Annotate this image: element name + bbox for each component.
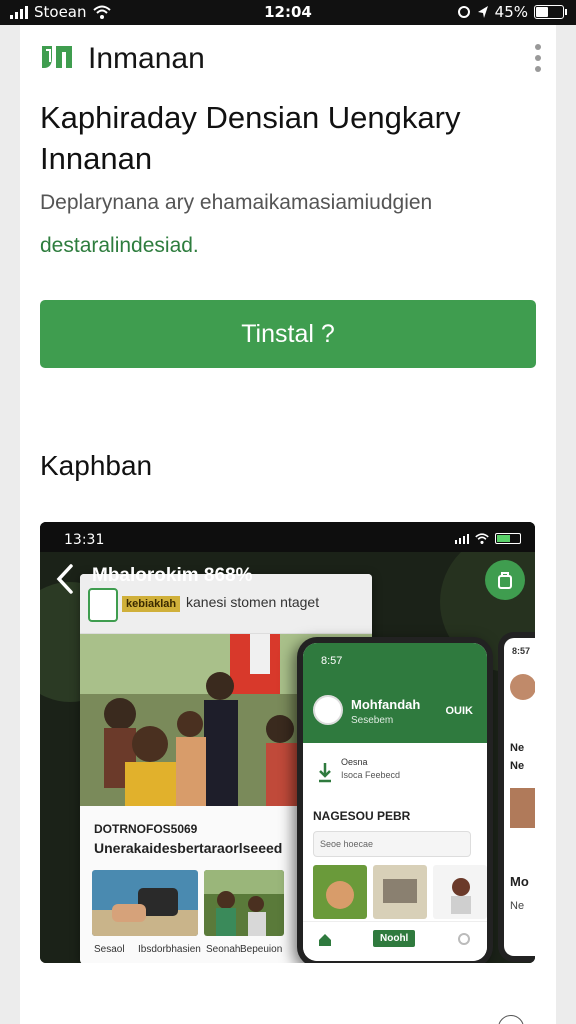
- wifi-icon: [475, 533, 489, 544]
- install-button[interactable]: Tinstal ?: [40, 300, 536, 368]
- list-item: Ne: [510, 760, 525, 772]
- list-item: Ne: [510, 742, 525, 754]
- grid-tile[interactable]: [433, 865, 487, 919]
- signal-icon: [455, 533, 469, 544]
- profile-subtitle: Sesebem: [351, 715, 394, 726]
- screenshots-title: Kaphban: [40, 450, 153, 481]
- news-headline[interactable]: Unerakaidesbertaraorlseeed: [94, 840, 282, 856]
- site-logo: [88, 588, 118, 622]
- app-header: Inmanan: [40, 40, 543, 76]
- battery-icon: [495, 533, 521, 544]
- grid-tile: [510, 788, 535, 828]
- phone-clock: 8:57: [512, 646, 531, 656]
- list-item: Ne: [510, 900, 525, 912]
- download-icon: [319, 763, 331, 783]
- nav-button[interactable]: Noohl: [373, 930, 416, 947]
- location-icon: [477, 6, 488, 18]
- thumbnail-caption: Ibsdorbhasien: [138, 944, 201, 955]
- news-category: DOTRNOFOS5069: [94, 822, 198, 836]
- search-icon[interactable]: [457, 932, 473, 948]
- news-thumbnail[interactable]: [204, 870, 284, 936]
- description-link[interactable]: destaralindesiad.: [40, 234, 199, 258]
- home-icon[interactable]: [317, 932, 333, 948]
- battery-icon: [534, 5, 567, 19]
- header-action[interactable]: OUIK: [446, 705, 474, 717]
- bottom-nav: Noohl: [303, 921, 487, 961]
- thumbnail-caption: Bepeuion: [240, 944, 283, 955]
- status-bar: Stoean 12:04 45%: [0, 0, 576, 25]
- grid-tile[interactable]: [373, 865, 427, 919]
- grid-tile[interactable]: [313, 865, 367, 919]
- avatar: [313, 695, 343, 725]
- phone-header: 8:57 Mohfandah Sesebem OUIK: [303, 643, 487, 743]
- app-name: Inmanan: [88, 42, 205, 75]
- site-tagline: kanesi stomen ntaget: [186, 594, 320, 610]
- phone-mockup: 8:57 Mohfandah Sesebem OUIK Oesna Isoca …: [297, 637, 493, 963]
- app-logo-icon: [42, 46, 72, 68]
- search-input[interactable]: Seoe hoecae: [313, 831, 471, 857]
- status-right: 45%: [457, 3, 567, 21]
- share-icon[interactable]: [485, 560, 525, 600]
- screenshot-title: Mbalorokim 868%: [92, 565, 253, 586]
- phone-screen: 8:57 Ne Ne Mo Ne: [504, 638, 535, 956]
- battery-percent: 45%: [494, 3, 528, 21]
- profile-name: Mohfandah: [351, 697, 421, 712]
- phone-mockup-secondary: 8:57 Ne Ne Mo Ne: [498, 632, 535, 962]
- app-screenshot[interactable]: 13:31 kebiaklah kanesi stomen ntaget DOT…: [40, 522, 535, 963]
- section-label: NAGESOU PEBR: [313, 809, 411, 823]
- list-item: Mo: [510, 874, 529, 889]
- thumbnail-caption: Seonah: [206, 944, 241, 955]
- app-headline: Kaphiraday Densian Uengkary Innanan: [40, 100, 461, 176]
- screenshot-clock: 13:31: [64, 532, 105, 548]
- list-item-title: Oesna: [341, 757, 368, 767]
- phone-screen: 8:57 Mohfandah Sesebem OUIK Oesna Isoca …: [303, 643, 487, 961]
- more-vert-icon[interactable]: [533, 44, 543, 72]
- site-badge: kebiaklah: [122, 596, 181, 612]
- avatar: [510, 674, 535, 700]
- back-arrow-icon[interactable]: [54, 562, 76, 596]
- app-description: Deplarynana ary ehamaikamasiamiudgien: [40, 191, 433, 214]
- thumbnail-caption: Sesaol: [94, 944, 125, 955]
- phone-clock: 8:57: [321, 655, 343, 667]
- info-icon[interactable]: [498, 1015, 524, 1024]
- list-item-subtitle: Isoca Feebecd: [341, 770, 401, 780]
- app-store-card: Inmanan Kaphiraday Densian Uengkary Inna…: [20, 25, 556, 1024]
- news-thumbnail[interactable]: [92, 870, 198, 936]
- screenshot-status-icons: [455, 533, 521, 544]
- alarm-icon: [457, 6, 470, 18]
